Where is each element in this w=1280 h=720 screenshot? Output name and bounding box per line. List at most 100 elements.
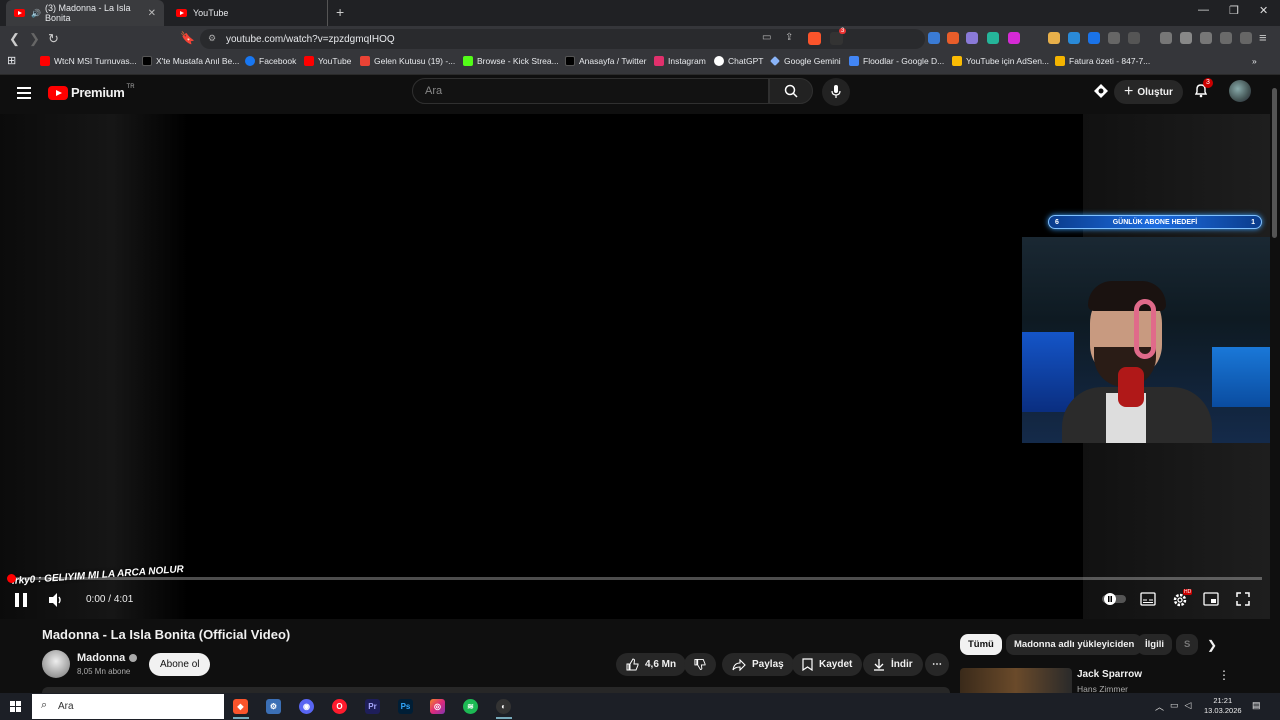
progress-scrubber-handle[interactable]: [7, 574, 16, 583]
instagram-app-icon[interactable]: ◎: [430, 699, 445, 714]
tab-youtube[interactable]: YouTube: [168, 0, 328, 26]
restore-icon[interactable]: ❐: [1229, 4, 1239, 17]
miniplayer-icon[interactable]: [1203, 592, 1219, 606]
close-window-icon[interactable]: ✕: [1259, 4, 1268, 17]
premiere-pro-icon[interactable]: Pr: [365, 699, 380, 714]
account-avatar[interactable]: [1229, 80, 1251, 102]
fullscreen-icon[interactable]: [1236, 592, 1250, 606]
bookmark-item[interactable]: YouTube için AdSen...: [952, 56, 1049, 66]
extensions-puzzle-icon[interactable]: [1108, 32, 1120, 44]
subtitles-icon[interactable]: [1140, 592, 1156, 606]
recommendation-menu-icon[interactable]: ⋮: [1218, 668, 1230, 682]
extension-icon-4[interactable]: [987, 32, 999, 44]
video-player[interactable]: 6 GÜNLÜK ABONE HEDEFİ 1 irky0 : GELIYIM …: [0, 114, 1270, 619]
forward-icon[interactable]: ❯: [29, 31, 40, 47]
sidebar-icon[interactable]: [1180, 32, 1192, 44]
windows-start-icon[interactable]: [10, 701, 21, 712]
reload-icon[interactable]: ↻: [48, 31, 59, 47]
channel-name[interactable]: Madonna: [77, 652, 138, 664]
chip-all[interactable]: Tümü: [960, 634, 1002, 655]
bookmark-item[interactable]: Floodlar - Google D...: [849, 56, 944, 66]
photoshop-icon[interactable]: Ps: [398, 699, 413, 714]
search-button[interactable]: [769, 78, 813, 104]
bookmark-item[interactable]: Browse - Kick Strea...: [463, 56, 559, 66]
bookmark-item[interactable]: WtcN MSI Turnuvas...: [40, 56, 137, 66]
speaker-icon[interactable]: ◁: [1185, 700, 1192, 713]
minimize-icon[interactable]: —: [1198, 4, 1209, 16]
media-icon[interactable]: [1160, 32, 1172, 44]
bookmark-item[interactable]: ChatGPT: [714, 56, 763, 66]
extension-icon-1[interactable]: [928, 32, 940, 44]
channel-avatar[interactable]: [42, 650, 70, 678]
cast-icon[interactable]: ▭: [762, 32, 771, 43]
system-tray[interactable]: ︿ ▭ ◁: [1155, 700, 1191, 713]
recommendation-thumbnail[interactable]: [960, 668, 1072, 694]
recommendation-title[interactable]: Jack Sparrow: [1077, 669, 1142, 680]
spotify-icon[interactable]: ≋: [463, 699, 478, 714]
extension-icon-5[interactable]: [1008, 32, 1020, 44]
share-button[interactable]: Paylaş: [722, 653, 794, 676]
brave-shield-icon[interactable]: [808, 32, 821, 45]
more-bookmarks-icon[interactable]: »: [1252, 56, 1257, 66]
brave-browser-icon[interactable]: ◆: [233, 699, 248, 714]
url-field[interactable]: ⚙ youtube.com/watch?v=zpzdgmqIHOQ ▭ ⇪ 3: [200, 28, 925, 49]
bookmark-item[interactable]: Gelen Kutusu (19) -...: [360, 56, 455, 66]
autoplay-toggle[interactable]: [1102, 592, 1126, 606]
create-button[interactable]: + Oluştur: [1114, 80, 1183, 104]
opera-icon[interactable]: O: [332, 699, 347, 714]
close-tab-icon[interactable]: ✕: [148, 8, 156, 19]
volume-icon[interactable]: [48, 593, 64, 607]
network-icon[interactable]: ▭: [1170, 700, 1179, 713]
chip-related[interactable]: İlgili: [1137, 634, 1172, 655]
more-actions-button[interactable]: ⋯: [925, 653, 949, 676]
chip-more[interactable]: S: [1176, 634, 1198, 655]
bookmark-item[interactable]: Fatura özeti - 847-7...: [1055, 56, 1150, 66]
pause-icon[interactable]: [14, 592, 28, 608]
bookmark-item[interactable]: Google Gemini: [770, 56, 841, 66]
voice-search-button[interactable]: [822, 78, 850, 106]
wallet-icon[interactable]: [1200, 32, 1212, 44]
apps-grid-icon[interactable]: ⊞: [7, 54, 16, 67]
new-tab-button[interactable]: +: [336, 4, 344, 20]
hamburger-menu-icon[interactable]: [17, 87, 31, 102]
obs-icon[interactable]: ◐: [496, 699, 511, 714]
chevron-right-icon[interactable]: ❯: [1207, 638, 1217, 652]
save-button[interactable]: Kaydet: [792, 653, 863, 676]
extension-icon-6[interactable]: [1048, 32, 1060, 44]
extension-icon-7[interactable]: [1068, 32, 1080, 44]
taskbar-clock[interactable]: 21:21 13.03.2026: [1204, 696, 1242, 716]
extension-icon-9[interactable]: [1128, 32, 1140, 44]
site-settings-icon[interactable]: ⚙: [208, 33, 216, 44]
menu-icon[interactable]: ≡: [1259, 30, 1267, 45]
progress-bar[interactable]: [12, 577, 1262, 580]
subscribe-button[interactable]: Abone ol: [149, 653, 211, 676]
discord-icon[interactable]: ◉: [299, 699, 314, 714]
extension-icon-2[interactable]: [947, 32, 959, 44]
studio-icon[interactable]: [1093, 83, 1109, 99]
like-button[interactable]: 4,6 Mn: [616, 653, 687, 676]
dislike-button[interactable]: [684, 653, 716, 676]
page-scrollbar[interactable]: [1272, 88, 1277, 238]
share-icon[interactable]: ⇪: [785, 32, 793, 43]
extension-icon-8[interactable]: [1088, 32, 1100, 44]
back-icon[interactable]: ❮: [9, 31, 20, 47]
notification-center-icon[interactable]: ▤: [1252, 700, 1261, 711]
extension-icon-3[interactable]: [966, 32, 978, 44]
leo-ai-icon[interactable]: [1220, 32, 1232, 44]
bookmark-item[interactable]: X'te Mustafa Anıl Be...: [142, 56, 239, 66]
tray-chevron-icon[interactable]: ︿: [1155, 700, 1164, 713]
bookmark-item[interactable]: Facebook: [245, 56, 296, 66]
bookmark-item[interactable]: Instagram: [654, 56, 706, 66]
bookmark-item[interactable]: Anasayfa / Twitter: [565, 56, 646, 66]
speaker-icon[interactable]: 🔊: [31, 9, 41, 18]
search-input[interactable]: Ara: [412, 78, 769, 104]
download-button[interactable]: İndir: [863, 653, 923, 676]
tab-madonna[interactable]: 🔊 (3) Madonna - La Isla Bonita ✕: [6, 0, 164, 26]
youtube-premium-logo[interactable]: Premium TR: [48, 84, 135, 100]
vpn-icon[interactable]: [1240, 32, 1252, 44]
taskbar-search-input[interactable]: ⌕ Ara: [32, 694, 224, 719]
steam-icon[interactable]: ⚙: [266, 699, 281, 714]
bookmark-icon[interactable]: 🔖: [180, 31, 195, 45]
chip-from-uploader[interactable]: Madonna adlı yükleyiciden: [1006, 634, 1143, 655]
bookmark-item[interactable]: YouTube: [304, 56, 351, 66]
